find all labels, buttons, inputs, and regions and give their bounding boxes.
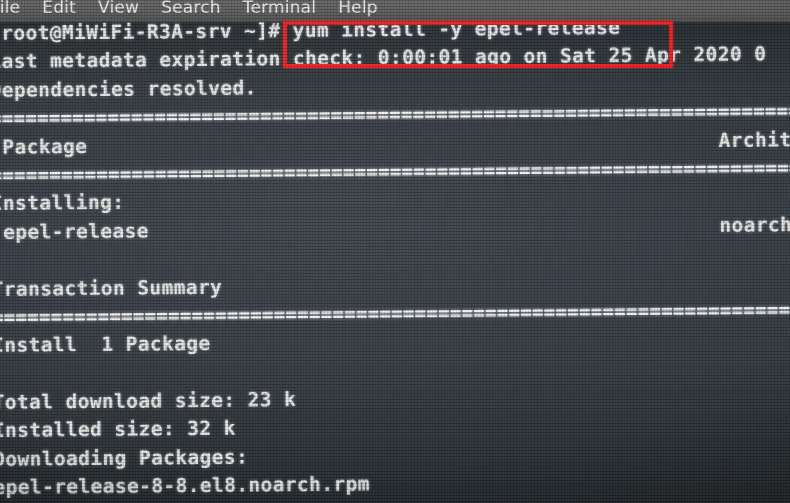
- menu-item-edit[interactable]: Edit: [42, 0, 76, 21]
- menu-item-view[interactable]: View: [98, 0, 139, 21]
- menu-item-terminal[interactable]: Terminal: [243, 0, 316, 21]
- menu-bar-items: File Edit View Search Terminal Help: [0, 0, 378, 21]
- menu-item-file[interactable]: File: [0, 0, 20, 21]
- terminal-output-area[interactable]: [root@MiWiFi-R3A-srv ~]# yum install -y …: [0, 22, 790, 503]
- menu-item-search[interactable]: Search: [161, 0, 221, 21]
- terminal-lines: [root@MiWiFi-R3A-srv ~]# yum install -y …: [0, 22, 790, 503]
- terminal-window-screenshot: File Edit View Search Terminal Help [roo…: [0, 0, 790, 503]
- menu-bar: File Edit View Search Terminal Help: [0, 0, 790, 22]
- menu-item-help[interactable]: Help: [338, 0, 378, 21]
